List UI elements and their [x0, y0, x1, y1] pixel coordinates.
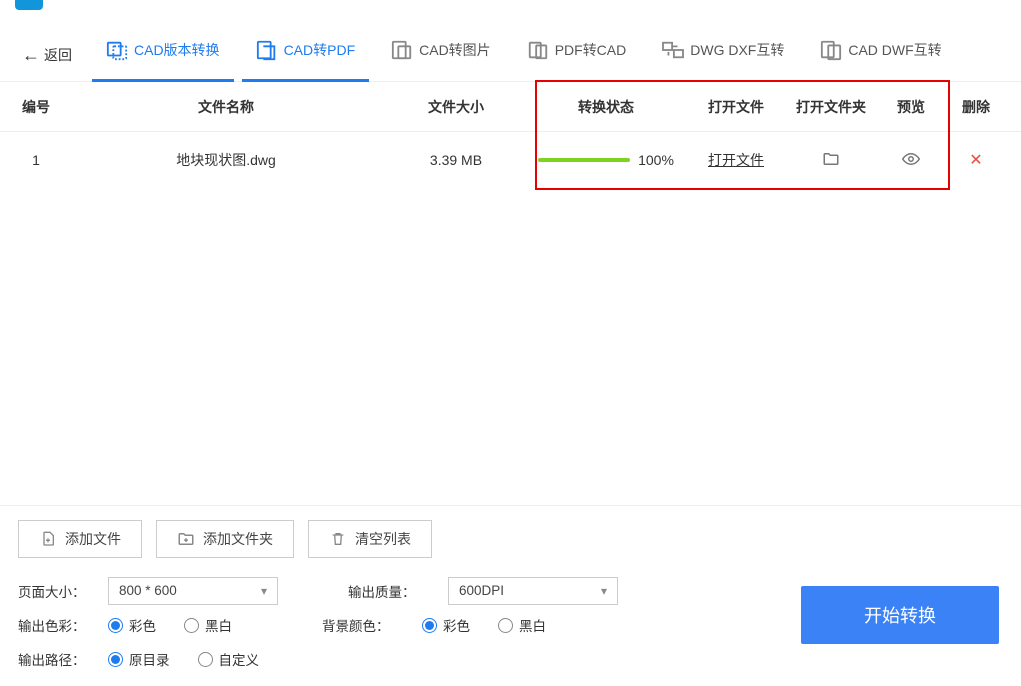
- radio-label: 黑白: [205, 615, 232, 635]
- preview-button[interactable]: [901, 155, 921, 171]
- bottom-panel: 添加文件 添加文件夹 清空列表 页面大小： 800 * 600 ▾ 输出质量： …: [0, 505, 1021, 686]
- cad-pdf-icon: [256, 39, 278, 61]
- tab-cad-pdf[interactable]: CAD转PDF: [242, 29, 370, 82]
- header-delete: 删除: [946, 97, 1006, 117]
- cad-dwf-icon: [820, 39, 842, 61]
- radio-dot-icon: [184, 618, 199, 633]
- radio-dot-icon: [198, 652, 213, 667]
- radio-label: 自定义: [219, 649, 260, 669]
- tab-dwg-dxf[interactable]: DWG DXF互转: [648, 29, 798, 82]
- row-id: 1: [6, 152, 66, 168]
- app-logo: [15, 0, 43, 10]
- pdf-cad-icon: [527, 39, 549, 61]
- row-filename: 地块现状图.dwg: [66, 150, 386, 170]
- bg-color-radio-bw[interactable]: 黑白: [498, 615, 546, 635]
- trash-icon: [329, 529, 347, 549]
- row-filesize: 3.39 MB: [386, 152, 526, 168]
- tab-cad-image[interactable]: CAD转图片: [377, 29, 505, 82]
- output-quality-label: 输出质量：: [348, 581, 428, 601]
- radio-label: 黑白: [519, 615, 546, 635]
- add-file-button[interactable]: 添加文件: [18, 520, 142, 558]
- cad-image-icon: [391, 39, 413, 61]
- output-path-radio-custom[interactable]: 自定义: [198, 649, 260, 669]
- chevron-down-icon: ▾: [261, 577, 267, 605]
- radio-dot-icon: [422, 618, 437, 633]
- clear-list-label: 清空列表: [355, 529, 411, 549]
- dwg-dxf-icon: [662, 39, 684, 61]
- radio-dot-icon: [108, 652, 123, 667]
- page-size-label: 页面大小：: [18, 581, 88, 601]
- header-name: 文件名称: [66, 97, 386, 117]
- output-color-label: 输出色彩：: [18, 615, 88, 635]
- bg-color-label: 背景颜色：: [322, 615, 402, 635]
- back-arrow-icon: ←: [22, 46, 40, 64]
- output-path-radio-orig[interactable]: 原目录: [108, 649, 170, 669]
- file-plus-icon: [39, 529, 57, 549]
- header-open: 打开文件: [686, 97, 786, 117]
- add-file-label: 添加文件: [65, 529, 121, 549]
- back-label: 返回: [44, 45, 72, 65]
- row-status: 100%: [526, 152, 686, 168]
- add-folder-button[interactable]: 添加文件夹: [156, 520, 294, 558]
- progress-percent: 100%: [638, 152, 674, 168]
- output-quality-select[interactable]: 600DPI ▾: [448, 577, 618, 605]
- open-file-link[interactable]: 打开文件: [708, 152, 764, 168]
- page-size-value: 800 * 600: [119, 577, 177, 605]
- table-header-row: 编号 文件名称 文件大小 转换状态 打开文件 打开文件夹 预览 删除: [0, 82, 1021, 132]
- chevron-down-icon: ▾: [601, 577, 607, 605]
- tab-label: CAD DWF互转: [848, 40, 941, 60]
- bg-color-radio-color[interactable]: 彩色: [422, 615, 470, 635]
- radio-label: 彩色: [129, 615, 156, 635]
- radio-dot-icon: [108, 618, 123, 633]
- output-path-label: 输出路径：: [18, 649, 88, 669]
- tab-cad-version[interactable]: CAD版本转换: [92, 29, 234, 82]
- output-color-radio-bw[interactable]: 黑白: [184, 615, 232, 635]
- tab-label: CAD版本转换: [134, 40, 220, 60]
- page-size-select[interactable]: 800 * 600 ▾: [108, 577, 278, 605]
- tab-label: PDF转CAD: [555, 40, 627, 60]
- header-id: 编号: [6, 97, 66, 117]
- tab-label: CAD转PDF: [284, 40, 356, 60]
- folder-plus-icon: [177, 529, 195, 549]
- add-folder-label: 添加文件夹: [203, 529, 273, 549]
- folder-icon: [821, 150, 841, 168]
- radio-label: 彩色: [443, 615, 470, 635]
- header-status: 转换状态: [526, 97, 686, 117]
- delete-row-button[interactable]: ✕: [969, 152, 982, 169]
- cad-version-icon: [106, 39, 128, 61]
- radio-dot-icon: [498, 618, 513, 633]
- header-folder: 打开文件夹: [786, 97, 876, 117]
- output-color-radio-color[interactable]: 彩色: [108, 615, 156, 635]
- tab-cad-dwf[interactable]: CAD DWF互转: [806, 29, 955, 82]
- output-quality-value: 600DPI: [459, 577, 504, 605]
- open-folder-button[interactable]: [821, 155, 841, 171]
- clear-list-button[interactable]: 清空列表: [308, 520, 432, 558]
- progress-bar: [538, 158, 630, 162]
- tab-label: CAD转图片: [419, 40, 491, 60]
- table-row: 1 地块现状图.dwg 3.39 MB 100% 打开文件 ✕: [0, 132, 1021, 188]
- header-size: 文件大小: [386, 97, 526, 117]
- radio-label: 原目录: [129, 649, 170, 669]
- tab-label: DWG DXF互转: [690, 40, 784, 60]
- eye-icon: [901, 150, 921, 168]
- start-convert-button[interactable]: 开始转换: [801, 586, 999, 644]
- tab-pdf-cad[interactable]: PDF转CAD: [513, 29, 641, 82]
- back-button[interactable]: ← 返回: [10, 45, 84, 65]
- header-preview: 预览: [876, 97, 946, 117]
